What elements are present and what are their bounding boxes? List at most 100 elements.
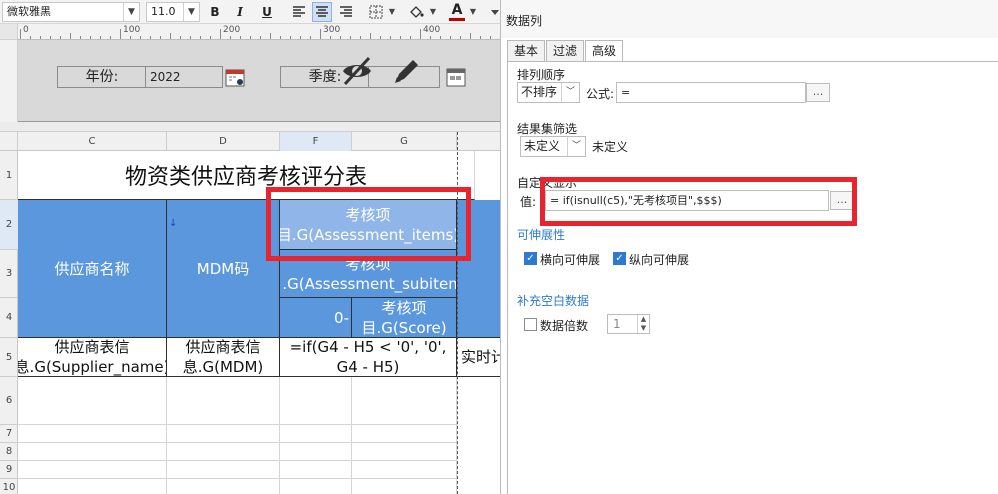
empty-cell[interactable] xyxy=(352,443,457,461)
advanced-tab-body xyxy=(507,61,998,494)
sort-order-select[interactable]: 不排序 ﹀ xyxy=(517,82,580,103)
align-left-button[interactable] xyxy=(289,2,309,22)
fill-color-button[interactable] xyxy=(406,2,426,22)
select-all-corner[interactable] xyxy=(0,132,18,151)
chevron-down-icon: ▼ xyxy=(183,3,199,21)
empty-cell[interactable] xyxy=(167,461,280,479)
ruler-tick xyxy=(200,36,201,39)
edit-pencil-icon[interactable] xyxy=(390,54,424,91)
eye-hidden-icon[interactable] xyxy=(340,54,374,91)
tab-filter[interactable]: 过滤 xyxy=(546,40,584,62)
formula-edit-button[interactable]: ... xyxy=(806,83,830,102)
panel-title-bar: 数据列 xyxy=(501,0,998,38)
bold-button[interactable]: B xyxy=(205,2,225,22)
column-header-d[interactable]: D xyxy=(167,132,280,151)
filter-select[interactable]: 未定义 ﹀ xyxy=(520,136,586,157)
filter-section-title: 结果集筛选 xyxy=(517,122,578,136)
ruler-tick xyxy=(280,36,281,39)
ruler-number: 400 xyxy=(423,25,441,35)
empty-cell[interactable] xyxy=(167,479,280,494)
vertical-extend-label: 纵向可伸展 xyxy=(629,253,690,267)
ruler-tick xyxy=(340,36,341,39)
mdm-data-cell[interactable]: 供应商表信息.G(MDM) xyxy=(167,338,280,377)
font-size-select[interactable]: 11.0 ▼ xyxy=(146,2,200,22)
empty-cell[interactable] xyxy=(352,461,457,479)
highlight-box xyxy=(266,187,471,261)
calendar-icon[interactable] xyxy=(446,67,466,90)
formula-input[interactable]: = xyxy=(616,82,806,103)
data-multiple-checkbox[interactable] xyxy=(524,318,537,331)
empty-cell[interactable] xyxy=(167,377,280,425)
empty-cell[interactable] xyxy=(280,461,352,479)
row-header-5[interactable]: 5 xyxy=(0,338,18,377)
supplier-name-data-cell[interactable]: 供应商表信息.G(Supplier_name) xyxy=(18,338,167,377)
chevron-down-icon[interactable]: ▼ xyxy=(468,2,478,22)
score-prefix-cell[interactable]: 0- xyxy=(280,298,352,338)
ruler-tick xyxy=(220,29,221,39)
calendar-icon[interactable] xyxy=(225,67,245,90)
score-cell[interactable]: 考核项目.G(Score) xyxy=(352,298,457,338)
ruler-tick xyxy=(210,36,211,39)
ruler-tick xyxy=(240,36,241,39)
data-multiple-spinner[interactable]: 1 ▲ ▼ xyxy=(607,314,650,334)
chevron-down-icon: ▼ xyxy=(123,3,139,21)
highlight-box xyxy=(540,177,857,226)
chevron-down-icon[interactable]: ▼ xyxy=(387,2,397,22)
align-right-button[interactable] xyxy=(336,2,356,22)
empty-cell[interactable] xyxy=(352,479,457,494)
row-header-7[interactable]: 7 xyxy=(0,425,18,443)
row-header-3[interactable]: 3 xyxy=(0,250,18,298)
column-header-g[interactable]: G xyxy=(352,132,457,151)
ruler-tick xyxy=(230,36,231,39)
horizontal-extend-checkbox[interactable]: ✓ xyxy=(524,252,537,265)
row-header-10[interactable]: 10 xyxy=(0,479,18,494)
realtime-data-cell[interactable]: 实时计分 xyxy=(457,338,500,377)
empty-cell[interactable] xyxy=(18,443,167,461)
spin-down-icon[interactable]: ▼ xyxy=(637,324,649,333)
tab-basic[interactable]: 基本 xyxy=(507,40,545,62)
empty-cell[interactable] xyxy=(167,425,280,443)
empty-cell[interactable] xyxy=(18,377,167,425)
border-button[interactable] xyxy=(366,2,386,22)
font-family-select[interactable]: 微软雅黑 ▼ xyxy=(2,2,140,22)
mdm-header-cell[interactable]: MDM码 xyxy=(167,200,280,338)
align-center-icon xyxy=(316,6,328,17)
empty-cell[interactable] xyxy=(18,461,167,479)
empty-cell[interactable] xyxy=(280,377,352,425)
row-header-6[interactable]: 6 xyxy=(0,377,18,425)
spin-up-icon[interactable]: ▲ xyxy=(637,315,649,324)
row-header-8[interactable]: 8 xyxy=(0,443,18,461)
empty-cell[interactable] xyxy=(18,479,167,494)
tab-advanced[interactable]: 高级 xyxy=(585,40,623,62)
empty-cell[interactable] xyxy=(280,443,352,461)
empty-cell[interactable] xyxy=(352,377,457,425)
empty-cell[interactable] xyxy=(18,425,167,443)
ruler-number: 200 xyxy=(223,25,241,35)
splitter-bar[interactable] xyxy=(0,122,500,132)
align-center-button[interactable] xyxy=(312,2,332,22)
column-header-f[interactable]: F xyxy=(280,132,352,151)
font-color-button[interactable]: A xyxy=(447,2,467,22)
ruler-tick xyxy=(250,36,251,39)
supplier-name-header-cell[interactable]: 供应商名称 xyxy=(18,200,167,338)
row-header-9[interactable]: 9 xyxy=(0,461,18,479)
ruler-tick xyxy=(430,36,431,39)
row-header-4[interactable]: 4 xyxy=(0,298,18,338)
underline-button[interactable]: U xyxy=(257,2,277,22)
paint-bucket-icon xyxy=(410,6,424,18)
year-input[interactable]: 2022 xyxy=(145,66,223,88)
row-header-1[interactable]: 1 xyxy=(0,151,18,200)
chevron-down-icon[interactable]: ▼ xyxy=(428,2,438,22)
formula-data-cell[interactable]: =if(G4 - H5 < '0', '0', G4 - H5) xyxy=(280,338,457,377)
ruler-tick xyxy=(120,29,121,39)
column-header-c[interactable]: C xyxy=(18,132,167,151)
empty-cell[interactable] xyxy=(280,425,352,443)
fill-blank-section-title: 补充空白数据 xyxy=(517,294,590,308)
empty-cell[interactable] xyxy=(167,443,280,461)
font-family-value: 微软雅黑 xyxy=(7,5,51,18)
row-header-2[interactable]: 2 xyxy=(0,200,18,250)
empty-cell[interactable] xyxy=(352,425,457,443)
italic-button[interactable]: I xyxy=(230,2,250,22)
empty-cell[interactable] xyxy=(280,479,352,494)
vertical-extend-checkbox[interactable]: ✓ xyxy=(613,252,626,265)
